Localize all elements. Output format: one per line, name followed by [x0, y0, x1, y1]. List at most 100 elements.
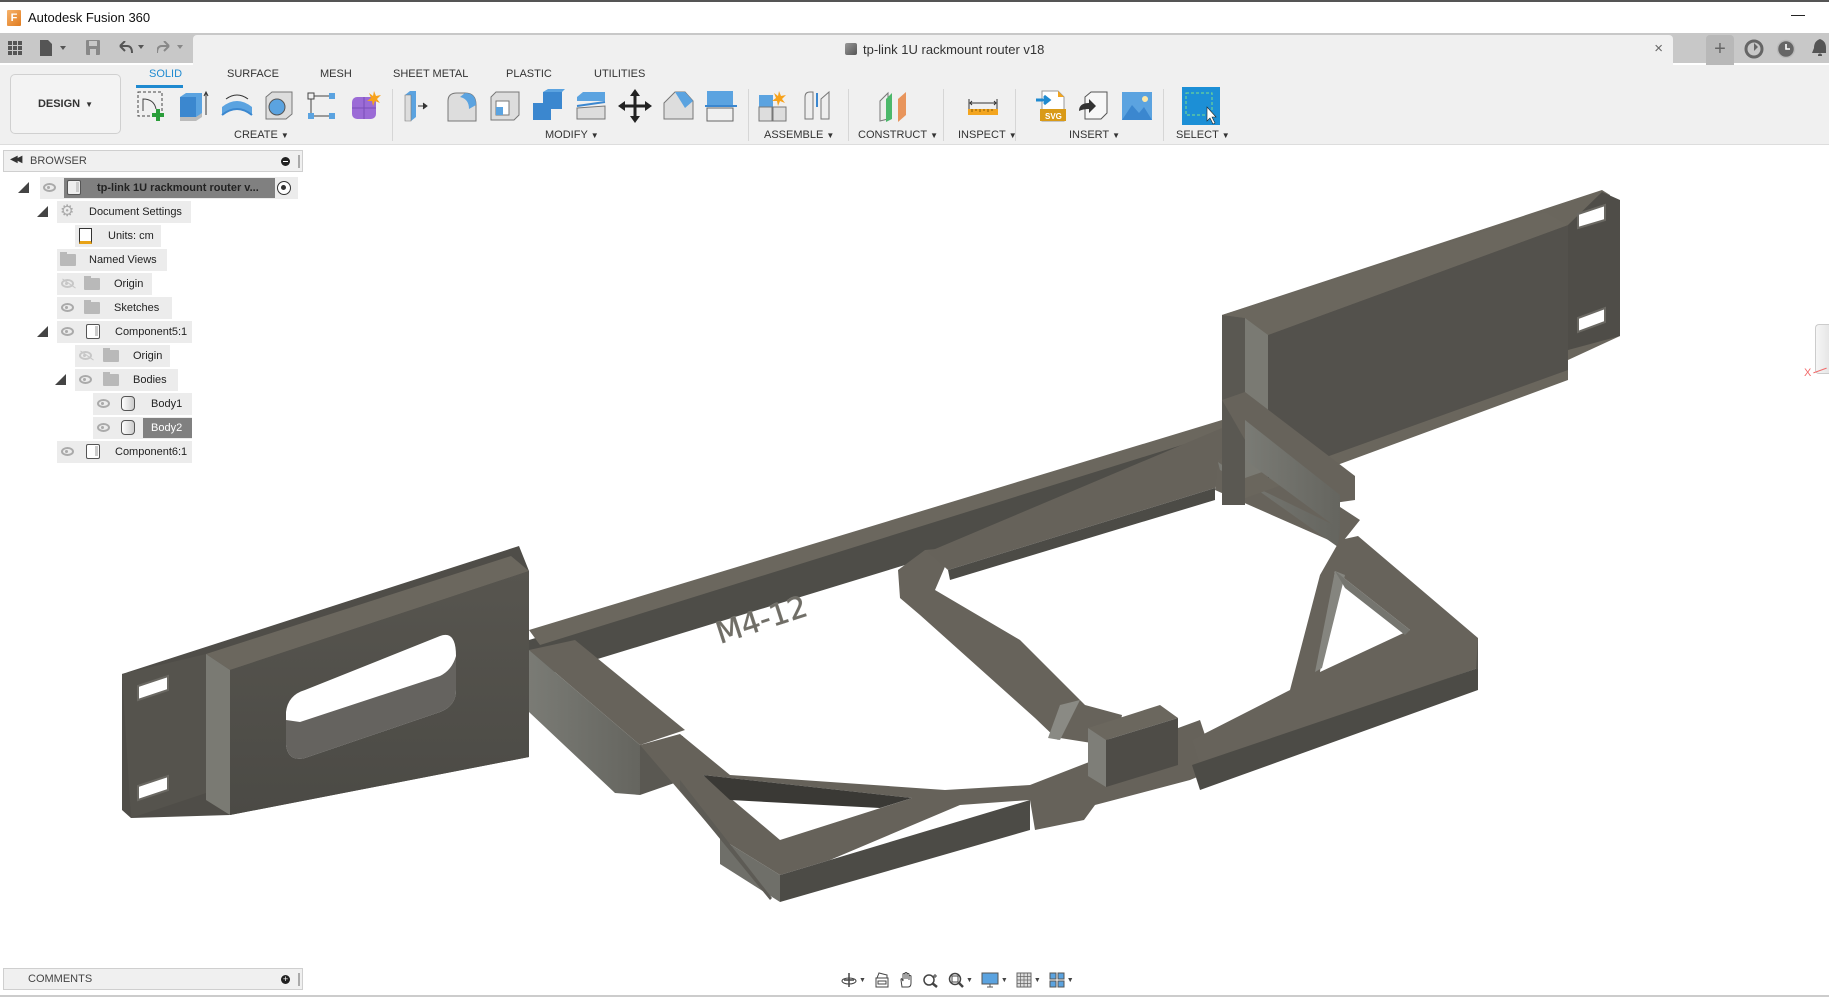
new-component-icon[interactable] — [757, 89, 791, 123]
pin-panel-icon[interactable] — [281, 157, 290, 166]
visibility-eye-icon[interactable] — [97, 423, 110, 432]
insert-derive-icon[interactable] — [1077, 89, 1111, 123]
offset-face-icon[interactable] — [574, 89, 608, 123]
expand-triangle-icon[interactable] — [39, 445, 51, 459]
visibility-eye-icon[interactable] — [61, 327, 74, 336]
panel-resize-grip[interactable] — [298, 973, 300, 986]
insert-svg-icon[interactable]: SVG — [1034, 89, 1068, 123]
grid-settings-button[interactable]: ▼ — [1013, 970, 1044, 990]
tab-sheet-metal[interactable]: SHEET METAL — [393, 68, 468, 80]
tree-node-bodies[interactable]: Bodies — [0, 369, 310, 391]
tree-node-component6[interactable]: Component6:1 — [0, 441, 310, 463]
visibility-eye-icon[interactable] — [61, 303, 74, 312]
tree-node-document-settings[interactable]: ⚙ Document Settings — [0, 201, 310, 223]
create-menu[interactable]: CREATE ▼ — [234, 129, 289, 141]
inspect-menu[interactable]: INSPECT ▼ — [958, 129, 1017, 141]
tree-node-root[interactable]: tp-link 1U rackmount router v... — [0, 177, 310, 199]
collapse-triangle-icon[interactable] — [18, 182, 29, 193]
apps-grid-icon[interactable] — [8, 41, 22, 59]
offset-plane-icon[interactable] — [876, 89, 910, 123]
split-body-icon[interactable] — [704, 89, 738, 123]
comments-panel-header[interactable]: COMMENTS + — [3, 968, 303, 990]
fillet-icon[interactable] — [445, 89, 479, 123]
viewcube[interactable] — [1815, 324, 1829, 374]
tree-label[interactable]: Body2 — [151, 422, 182, 434]
tree-label[interactable]: Body1 — [151, 398, 182, 410]
visibility-hidden-icon[interactable] — [79, 351, 92, 360]
document-tab[interactable]: tp-link 1U rackmount router v18 × — [193, 35, 1673, 65]
revolve-icon[interactable] — [220, 89, 254, 123]
expand-triangle-icon[interactable] — [39, 253, 51, 267]
look-at-button[interactable] — [871, 970, 893, 990]
insert-menu[interactable]: INSERT ▼ — [1069, 129, 1120, 141]
tree-node-component5-origin[interactable]: Origin — [0, 345, 310, 367]
tab-solid[interactable]: SOLID — [149, 68, 182, 80]
tree-node-body1[interactable]: Body1 — [0, 393, 310, 415]
fit-button[interactable]: ▼ — [945, 970, 976, 990]
collapse-triangle-icon[interactable] — [55, 374, 66, 385]
select-menu[interactable]: SELECT ▼ — [1176, 129, 1230, 141]
orbit-button[interactable]: ▼ — [838, 970, 869, 990]
tree-label[interactable]: Origin — [133, 350, 162, 362]
file-menu-icon[interactable] — [40, 40, 70, 58]
collapse-triangle-icon[interactable] — [37, 206, 48, 217]
tree-node-body2[interactable]: Body2 — [0, 417, 310, 439]
visibility-eye-icon[interactable] — [79, 375, 92, 384]
measure-icon[interactable] — [966, 89, 1000, 123]
joint-icon[interactable] — [800, 89, 834, 123]
tree-label[interactable]: Component5:1 — [115, 326, 187, 338]
shell-icon[interactable] — [488, 89, 522, 123]
tree-node-sketches[interactable]: Sketches — [0, 297, 310, 319]
workspace-switcher-button[interactable]: DESIGN ▼ — [10, 74, 121, 134]
visibility-eye-icon[interactable] — [43, 183, 56, 192]
new-tab-button[interactable]: + — [1706, 35, 1734, 65]
press-pull-icon[interactable] — [402, 89, 436, 123]
tree-label[interactable]: Sketches — [114, 302, 159, 314]
zoom-button[interactable] — [919, 970, 943, 990]
tree-node-named-views[interactable]: Named Views — [0, 249, 310, 271]
pattern-icon[interactable] — [305, 89, 339, 123]
visibility-eye-icon[interactable] — [97, 399, 110, 408]
collapse-panel-icon[interactable]: ◀◀ — [10, 154, 23, 165]
expand-triangle-icon[interactable] — [39, 277, 51, 291]
tree-label[interactable]: Component6:1 — [115, 446, 187, 458]
combine-icon[interactable] — [531, 89, 565, 123]
tree-label[interactable]: Named Views — [89, 254, 157, 266]
create-form-icon[interactable] — [348, 89, 382, 123]
tree-node-units[interactable]: Units: cm — [0, 225, 310, 247]
tree-node-origin[interactable]: Origin — [0, 273, 310, 295]
tree-label[interactable]: Units: cm — [108, 230, 154, 242]
construct-menu[interactable]: CONSTRUCT ▼ — [858, 129, 938, 141]
create-sketch-icon[interactable] — [136, 89, 170, 123]
notifications-bell-icon[interactable] — [1812, 38, 1826, 56]
assemble-menu[interactable]: ASSEMBLE ▼ — [764, 129, 834, 141]
modify-menu[interactable]: MODIFY ▼ — [545, 129, 599, 141]
hole-icon[interactable] — [262, 89, 296, 123]
pan-button[interactable] — [895, 970, 917, 990]
tree-label[interactable]: Document Settings — [89, 206, 182, 218]
chamfer-icon[interactable] — [661, 89, 695, 123]
tree-node-component5[interactable]: Component5:1 — [0, 321, 310, 343]
tree-label[interactable]: Origin — [114, 278, 143, 290]
expand-triangle-icon[interactable] — [39, 301, 51, 315]
tree-label[interactable]: tp-link 1U rackmount router v... — [97, 182, 259, 194]
minimize-button[interactable]: — — [1791, 6, 1805, 22]
activate-component-radio[interactable] — [277, 181, 291, 195]
job-status-clock-icon[interactable] — [1776, 39, 1796, 59]
close-tab-button[interactable]: × — [1654, 40, 1663, 57]
extensions-icon[interactable] — [1744, 39, 1764, 59]
tab-plastic[interactable]: PLASTIC — [506, 68, 552, 80]
expand-triangle-icon[interactable] — [57, 349, 69, 363]
tab-utilities[interactable]: UTILITIES — [594, 68, 645, 80]
move-copy-icon[interactable] — [618, 89, 652, 123]
redo-icon[interactable] — [157, 41, 187, 59]
panel-resize-grip[interactable] — [298, 155, 300, 168]
tab-mesh[interactable]: MESH — [320, 68, 352, 80]
tab-surface[interactable]: SURFACE — [227, 68, 279, 80]
viewports-button[interactable]: ▼ — [1046, 970, 1077, 990]
extrude-icon[interactable] — [177, 89, 211, 123]
visibility-hidden-icon[interactable] — [61, 279, 74, 288]
visibility-eye-icon[interactable] — [61, 447, 74, 456]
insert-canvas-icon[interactable] — [1120, 89, 1154, 123]
undo-icon[interactable] — [118, 41, 148, 59]
